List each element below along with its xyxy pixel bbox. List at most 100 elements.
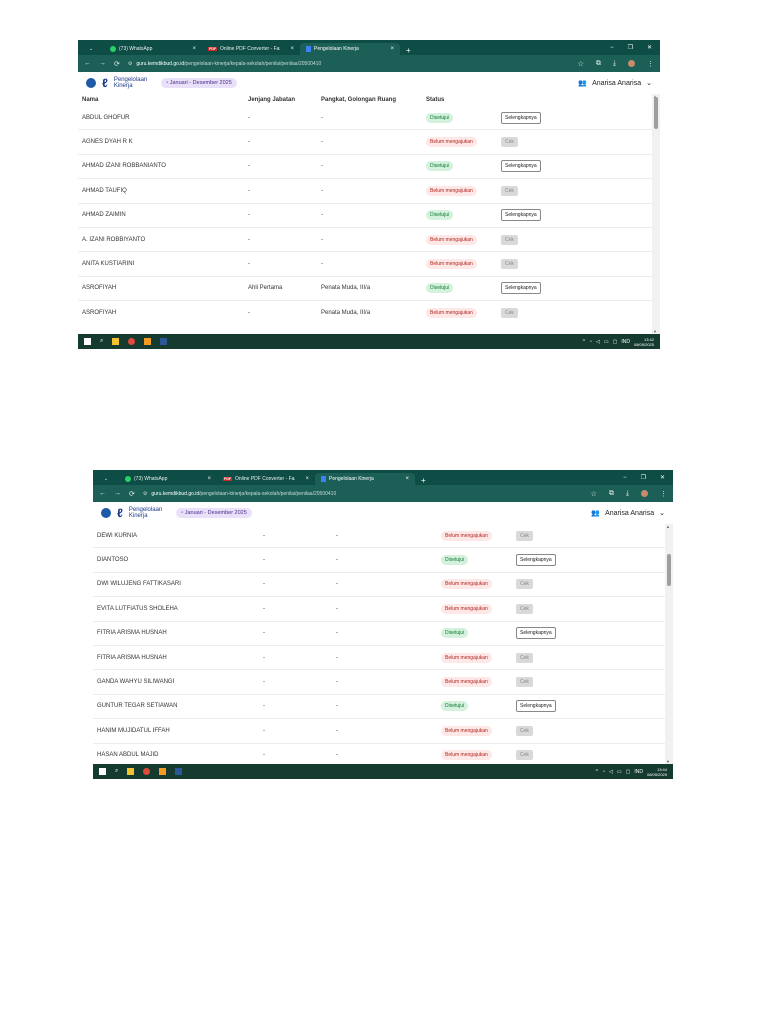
cek-button[interactable]: Cek [501,185,518,196]
chrome-icon[interactable] [128,338,136,345]
app-icon[interactable] [144,338,152,345]
cek-button[interactable]: Cek [516,652,533,663]
notification-icon[interactable]: ▢ [626,769,631,775]
period-badge[interactable]: ▫ Januari - Desember 2025 [176,508,252,518]
minimize-icon[interactable]: − [623,475,627,481]
language-indicator[interactable]: IND [634,769,643,775]
close-icon[interactable]: × [290,46,294,52]
cell-action: Selengkapnya [501,111,541,124]
new-tab-button[interactable]: + [415,476,432,485]
app-icon[interactable] [159,768,167,775]
battery-icon[interactable]: ▭ [604,339,609,345]
minimize-icon[interactable]: − [610,45,614,51]
back-icon[interactable]: ← [99,490,106,497]
user-menu[interactable]: 👥 Anarisa Anarisa ⌄ [578,79,652,88]
close-window-icon[interactable]: ✕ [647,44,652,51]
selengkapnya-button[interactable]: Selengkapnya [516,554,556,567]
tab-pdf-converter[interactable]: PDF Online PDF Converter - Fast, ea × [202,43,300,55]
reload-icon[interactable]: ⟳ [114,60,120,68]
cell-jenjang: - [263,605,265,612]
tab-pengelolaan-kinerja[interactable]: Pengelolaan Kinerja × [315,473,415,485]
cek-button[interactable]: Cek [501,259,518,270]
file-explorer-icon[interactable] [127,768,135,775]
clock[interactable]: 13:44 08/05/2025 [647,767,667,777]
extensions-icon[interactable]: ⧉ [596,60,601,68]
address-bar[interactable]: ⚙ guru.kemdikbud.go.id/pengelolaan-kiner… [143,491,583,497]
close-icon[interactable]: × [192,46,196,52]
forward-icon[interactable]: → [99,60,106,67]
volume-icon[interactable]: ◁ [609,769,613,775]
close-icon[interactable]: × [305,476,309,482]
reload-icon[interactable]: ⟳ [129,490,135,498]
cek-button[interactable]: Cek [501,234,518,245]
tab-list-button[interactable]: ⌄ [93,473,119,485]
close-icon[interactable]: × [207,476,211,482]
address-bar[interactable]: ⚙ guru.kemdikbud.go.id/pengelolaan-kiner… [128,61,570,67]
restore-icon[interactable]: ❐ [628,44,633,51]
selengkapnya-button[interactable]: Selengkapnya [501,282,541,295]
cell-jenjang: - [248,261,250,268]
cell-jenjang: - [248,139,250,146]
search-icon[interactable]: ⌕ [100,338,103,345]
period-badge[interactable]: ▫ Januari - Desember 2025 [161,78,237,88]
cek-button[interactable]: Cek [516,677,533,688]
tab-whatsapp[interactable]: (73) WhatsApp × [119,473,217,485]
word-icon[interactable] [160,338,168,345]
cek-button[interactable]: Cek [516,530,533,541]
windows-start-icon[interactable] [84,338,91,345]
scrollbar[interactable]: ▲ ▼ [665,524,673,764]
search-icon[interactable]: ⌕ [115,768,118,775]
forward-icon[interactable]: → [114,490,121,497]
star-icon[interactable]: ☆ [578,60,584,68]
extensions-icon[interactable]: ⧉ [609,490,614,498]
notification-icon[interactable]: ▢ [613,339,618,345]
restore-icon[interactable]: ❐ [641,474,646,481]
language-indicator[interactable]: IND [621,339,630,345]
profile-avatar[interactable] [641,490,648,497]
close-icon[interactable]: × [390,46,394,52]
volume-icon[interactable]: ◁ [596,339,600,345]
selengkapnya-button[interactable]: Selengkapnya [501,209,541,222]
wifi-icon[interactable]: ◔ [589,339,592,345]
scrollbar-thumb[interactable] [667,554,671,586]
tab-pdf-converter[interactable]: PDF Online PDF Converter - Fast, ea × [217,473,315,485]
download-icon[interactable]: ⤓ [613,60,616,68]
wifi-icon[interactable]: ◔ [602,769,605,775]
cek-button[interactable]: Cek [501,137,518,148]
cek-button[interactable]: Cek [501,307,518,318]
new-tab-button[interactable]: + [400,46,417,55]
site-settings-icon[interactable]: ⚙ [128,61,132,67]
selengkapnya-button[interactable]: Selengkapnya [516,700,556,713]
back-icon[interactable]: ← [84,60,91,67]
word-icon[interactable] [175,768,183,775]
selengkapnya-button[interactable]: Selengkapnya [501,160,541,173]
star-icon[interactable]: ☆ [591,490,597,498]
cek-button[interactable]: Cek [516,603,533,614]
scrollbar-thumb[interactable] [654,97,658,129]
file-explorer-icon[interactable] [112,338,120,345]
site-settings-icon[interactable]: ⚙ [143,491,147,497]
windows-start-icon[interactable] [99,768,106,775]
cek-button[interactable]: Cek [516,725,533,736]
selengkapnya-button[interactable]: Selengkapnya [501,111,541,124]
scrollbar[interactable]: ▲ ▼ [652,94,660,334]
download-icon[interactable]: ⤓ [626,490,629,498]
chevron-up-icon[interactable]: ^ [596,769,598,775]
close-icon[interactable]: × [405,476,409,482]
clock[interactable]: 13:42 08/05/2025 [634,337,654,347]
cek-button[interactable]: Cek [516,579,533,590]
menu-icon[interactable]: ⋮ [647,60,654,68]
cek-button[interactable]: Cek [516,750,533,761]
tab-list-button[interactable]: ⌄ [78,43,104,55]
profile-avatar[interactable] [628,60,635,67]
selengkapnya-button[interactable]: Selengkapnya [516,627,556,640]
battery-icon[interactable]: ▭ [617,769,622,775]
tab-whatsapp[interactable]: (73) WhatsApp × [104,43,202,55]
chevron-up-icon[interactable]: ^ [583,339,585,345]
chrome-icon[interactable] [143,768,151,775]
close-window-icon[interactable]: ✕ [660,474,665,481]
user-menu[interactable]: 👥 Anarisa Anarisa ⌄ [591,509,665,518]
scroll-up-icon[interactable]: ▲ [666,524,670,529]
menu-icon[interactable]: ⋮ [660,490,667,498]
tab-pengelolaan-kinerja[interactable]: Pengelolaan Kinerja × [300,43,400,55]
